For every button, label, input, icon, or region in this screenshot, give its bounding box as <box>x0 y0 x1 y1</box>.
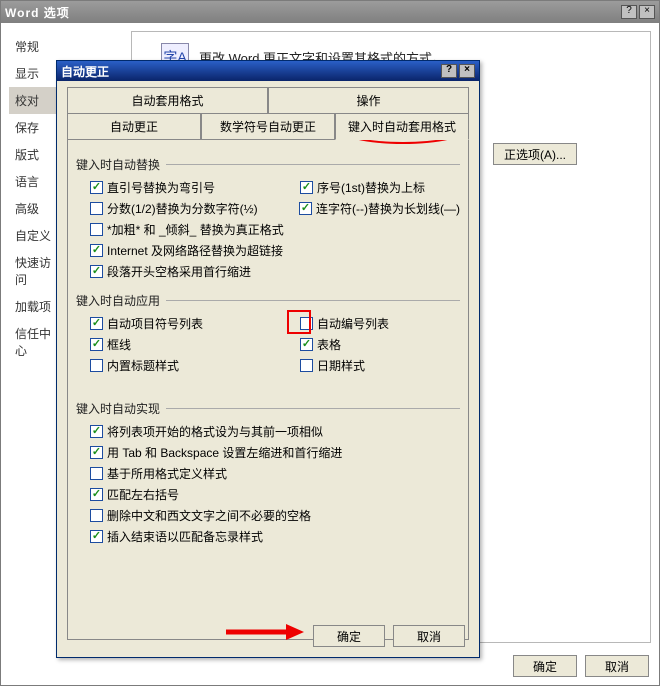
checkbox-label: 分数(1/2)替换为分数字符(½) <box>107 200 258 217</box>
close-button[interactable]: × <box>639 5 655 19</box>
outer-ok-button[interactable]: 确定 <box>513 655 577 677</box>
checkbox-label: 直引号替换为弯引号 <box>107 179 215 196</box>
checkbox-label: 内置标题样式 <box>107 357 179 374</box>
checkbox-option[interactable]: Internet 及网络路径替换为超链接 <box>90 242 300 259</box>
checkbox-option[interactable]: 直引号替换为弯引号 <box>90 179 300 196</box>
checkbox[interactable] <box>90 265 103 278</box>
checkbox-label: 日期样式 <box>317 357 365 374</box>
outer-window-title: Word 选项 <box>5 4 70 21</box>
checkbox-option[interactable]: 用 Tab 和 Backspace 设置左缩进和首行缩进 <box>90 444 342 461</box>
checkbox-label: 用 Tab 和 Backspace 设置左缩进和首行缩进 <box>107 444 342 461</box>
tab-autoformat[interactable]: 自动套用格式 <box>67 87 268 113</box>
checkbox-label: 删除中文和西文文字之间不必要的空格 <box>107 507 311 524</box>
checkbox[interactable] <box>300 359 313 372</box>
checkbox-option[interactable]: 自动编号列表 <box>300 315 389 332</box>
checkbox[interactable] <box>90 359 103 372</box>
group-replace-label: 键入时自动替换 <box>76 156 460 173</box>
checkbox[interactable] <box>90 467 103 480</box>
checkbox-option[interactable]: 框线 <box>90 336 300 353</box>
checkbox-option[interactable]: 内置标题样式 <box>90 357 300 374</box>
checkbox-option[interactable]: 日期样式 <box>300 357 365 374</box>
inner-close-button[interactable]: × <box>459 64 475 78</box>
help-button[interactable]: ? <box>621 5 637 19</box>
checkbox-label: 将列表项开始的格式设为与其前一项相似 <box>107 423 323 440</box>
autocorrect-dialog: 自动更正 ? × 自动套用格式 操作 自动更正 数学符号自动更正 键入时自动套用… <box>56 60 480 658</box>
checkbox-option[interactable]: 插入结束语以匹配备忘录样式 <box>90 528 263 545</box>
outer-dialog-buttons: 确定 取消 <box>513 655 649 677</box>
checkbox[interactable] <box>90 488 103 501</box>
tab-row-top: 自动套用格式 操作 <box>67 87 469 114</box>
inner-window-title: 自动更正 <box>61 63 109 80</box>
inner-window-buttons: ? × <box>441 64 475 78</box>
checkbox[interactable] <box>300 338 313 351</box>
checkbox[interactable] <box>90 509 103 522</box>
sidebar-item[interactable]: 常规 <box>9 33 64 60</box>
inner-titlebar: 自动更正 ? × <box>57 61 479 81</box>
checkbox-label: 匹配左右括号 <box>107 486 179 503</box>
outer-window-buttons: ? × <box>621 5 655 19</box>
inner-ok-button[interactable]: 确定 <box>313 625 385 647</box>
checkbox-label: *加粗* 和 _倾斜_ 替换为真正格式 <box>107 221 284 238</box>
checkbox-option[interactable]: 将列表项开始的格式设为与其前一项相似 <box>90 423 323 440</box>
checkbox-label: 框线 <box>107 336 131 353</box>
checkbox[interactable] <box>90 530 103 543</box>
outer-cancel-button[interactable]: 取消 <box>585 655 649 677</box>
checkbox-option[interactable]: 删除中文和西文文字之间不必要的空格 <box>90 507 311 524</box>
tab-autoformat-as-you-type[interactable]: 键入时自动套用格式 <box>335 113 469 140</box>
checkbox[interactable] <box>90 223 103 236</box>
checkbox[interactable] <box>90 244 103 257</box>
inner-body: 自动套用格式 操作 自动更正 数学符号自动更正 键入时自动套用格式 键入时自动替… <box>57 81 479 657</box>
checkbox[interactable] <box>90 181 103 194</box>
checkbox-option[interactable]: 连字符(--)替换为长划线(—) <box>299 200 460 217</box>
tab-actions[interactable]: 操作 <box>268 87 469 113</box>
autocorrect-options-button[interactable]: 正选项(A)... <box>493 143 577 165</box>
checkbox-option[interactable]: 基于所用格式定义样式 <box>90 465 227 482</box>
checkbox-option[interactable]: 表格 <box>300 336 341 353</box>
tab-math-autocorrect[interactable]: 数学符号自动更正 <box>201 113 335 140</box>
checkbox[interactable] <box>90 317 103 330</box>
group-apply-label: 键入时自动应用 <box>76 292 460 309</box>
checkbox[interactable] <box>90 202 103 215</box>
checkbox-option[interactable]: 分数(1/2)替换为分数字符(½) <box>90 200 299 217</box>
checkbox-option[interactable]: 段落开头空格采用首行缩进 <box>90 263 300 280</box>
checkbox-option[interactable]: *加粗* 和 _倾斜_ 替换为真正格式 <box>90 221 300 238</box>
tab-row-bottom: 自动更正 数学符号自动更正 键入时自动套用格式 <box>67 113 469 140</box>
checkbox-label: 自动项目符号列表 <box>107 315 203 332</box>
checkbox-label: 自动编号列表 <box>317 315 389 332</box>
tab-autocorrect[interactable]: 自动更正 <box>67 113 201 140</box>
inner-cancel-button[interactable]: 取消 <box>393 625 465 647</box>
group-auto-label: 键入时自动实现 <box>76 400 460 417</box>
checkbox[interactable] <box>300 181 313 194</box>
inner-help-button[interactable]: ? <box>441 64 457 78</box>
checkbox-label: 插入结束语以匹配备忘录样式 <box>107 528 263 545</box>
checkbox-option[interactable]: 自动项目符号列表 <box>90 315 300 332</box>
checkbox-option[interactable]: 匹配左右括号 <box>90 486 179 503</box>
checkbox[interactable] <box>299 202 312 215</box>
outer-titlebar: Word 选项 ? × <box>1 1 659 23</box>
checkbox-option[interactable]: 序号(1st)替换为上标 <box>300 179 425 196</box>
checkbox-label: 基于所用格式定义样式 <box>107 465 227 482</box>
checkbox[interactable] <box>90 338 103 351</box>
checkbox-label: 段落开头空格采用首行缩进 <box>107 263 251 280</box>
checkbox-label: Internet 及网络路径替换为超链接 <box>107 242 283 259</box>
checkbox[interactable] <box>90 446 103 459</box>
tab-content: 键入时自动替换 直引号替换为弯引号 序号(1st)替换为上标分数(1/2)替换为分… <box>67 140 469 640</box>
checkbox-label: 序号(1st)替换为上标 <box>317 179 425 196</box>
checkbox-label: 表格 <box>317 336 341 353</box>
checkbox[interactable] <box>90 425 103 438</box>
inner-dialog-buttons: 确定 取消 <box>313 625 465 647</box>
checkbox-label: 连字符(--)替换为长划线(—) <box>316 200 460 217</box>
checkbox[interactable] <box>300 317 313 330</box>
